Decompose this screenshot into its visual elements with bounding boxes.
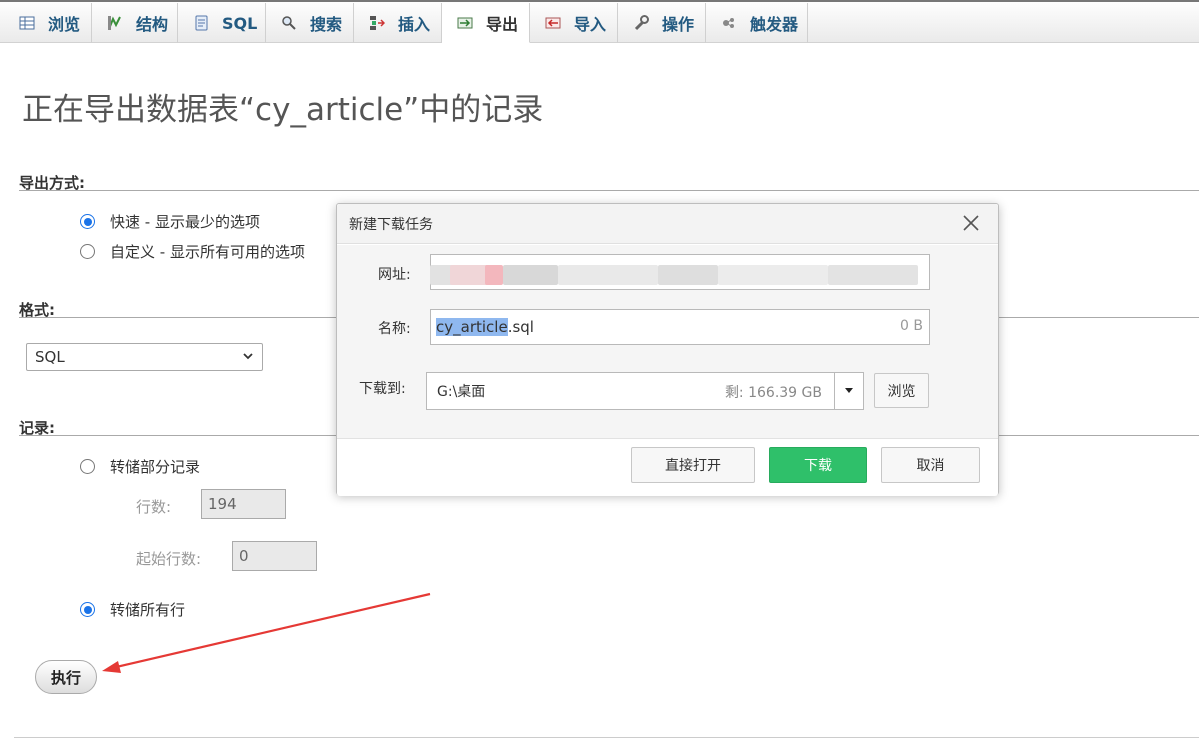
saveto-label: 下载到: [359, 381, 406, 397]
download-button[interactable]: 下载 [769, 447, 867, 483]
page-title: 正在导出数据表“cy_article”中的记录 [22, 92, 544, 128]
remaining-space: 剩: 166.39 GB [724, 385, 822, 401]
tab-structure[interactable]: 结构 [92, 3, 178, 43]
dialog-titlebar[interactable]: 新建下载任务 [337, 204, 998, 244]
file-size: 0 B [900, 318, 923, 334]
url-label: 网址: [378, 267, 411, 283]
dump-all-label: 转储所有行 [110, 601, 186, 619]
tab-label: SQL [222, 13, 258, 33]
close-icon[interactable] [960, 212, 982, 234]
custom-export-option[interactable]: 自定义 - 显示所有可用的选项 [80, 241, 305, 262]
path-dropdown-button[interactable] [834, 372, 864, 410]
custom-export-label: 自定义 - 显示所有可用的选项 [110, 243, 305, 261]
tab-import[interactable]: 导入 [530, 3, 618, 43]
tab-label: 结构 [136, 15, 169, 34]
execute-button[interactable]: 执行 [35, 660, 97, 694]
tab-triggers[interactable]: 触发器 [706, 3, 808, 43]
filename-input[interactable]: cy_article .sql 0 B [430, 309, 930, 345]
custom-export-radio[interactable] [80, 244, 95, 259]
top-border [0, 0, 1199, 2]
dump-all-option[interactable]: 转储所有行 [80, 599, 185, 620]
dump-partial-option[interactable]: 转储部分记录 [80, 456, 200, 477]
sql-icon [192, 14, 210, 32]
start-row-input[interactable]: 0 [232, 541, 317, 571]
tab-label: 搜索 [310, 15, 343, 34]
tab-sql[interactable]: SQL [178, 3, 266, 43]
insert-icon [368, 14, 386, 32]
tab-label: 导出 [486, 14, 519, 34]
bottom-divider [14, 737, 1199, 738]
dialog-title: 新建下载任务 [349, 217, 433, 233]
export-icon [456, 14, 474, 32]
table-icon [18, 14, 36, 32]
search-icon [280, 14, 298, 32]
browse-button[interactable]: 浏览 [874, 373, 929, 408]
chevron-down-icon [242, 350, 254, 365]
dump-partial-radio[interactable] [80, 459, 95, 474]
tab-label: 操作 [662, 15, 695, 34]
open-directly-button[interactable]: 直接打开 [631, 447, 755, 483]
url-redacted [430, 258, 930, 290]
rows-input[interactable]: 194 [201, 489, 286, 519]
tab-insert[interactable]: 插入 [354, 3, 442, 43]
rows-label: 行数: [136, 498, 172, 516]
filename-extension: .sql [507, 318, 534, 336]
filename-selection: cy_article [436, 318, 508, 336]
quick-export-option[interactable]: 快速 - 显示最少的选项 [80, 211, 260, 232]
dump-all-radio[interactable] [80, 602, 95, 617]
tab-operations[interactable]: 操作 [618, 3, 706, 43]
save-path-input[interactable]: G:\桌面 剩: 166.39 GB [426, 372, 835, 410]
trigger-icon [720, 14, 738, 32]
tab-label: 插入 [398, 15, 431, 34]
triangle-down-icon [844, 386, 854, 397]
dump-partial-label: 转储部分记录 [110, 458, 201, 476]
import-icon [544, 14, 562, 32]
format-select[interactable]: SQL [26, 343, 263, 371]
start-row-label: 起始行数: [136, 550, 202, 568]
section-divider [19, 190, 1199, 191]
save-path: G:\桌面 [437, 384, 486, 400]
name-label: 名称: [378, 321, 411, 337]
quick-export-radio[interactable] [80, 214, 95, 229]
format-select-value: SQL [35, 348, 65, 366]
tab-search[interactable]: 搜索 [266, 3, 354, 43]
tab-label: 浏览 [48, 15, 81, 34]
tab-label: 导入 [574, 15, 607, 34]
wrench-icon [632, 14, 650, 32]
tab-label: 触发器 [750, 15, 799, 34]
structure-icon [106, 14, 124, 32]
cancel-button[interactable]: 取消 [881, 447, 980, 483]
tab-bar: 浏览 结构 SQL 搜索 插入 导出 导入 操作 触发器 [0, 0, 1199, 43]
tab-export[interactable]: 导出 [442, 3, 530, 43]
tab-browse[interactable]: 浏览 [4, 3, 92, 43]
quick-export-label: 快速 - 显示最少的选项 [110, 213, 260, 231]
